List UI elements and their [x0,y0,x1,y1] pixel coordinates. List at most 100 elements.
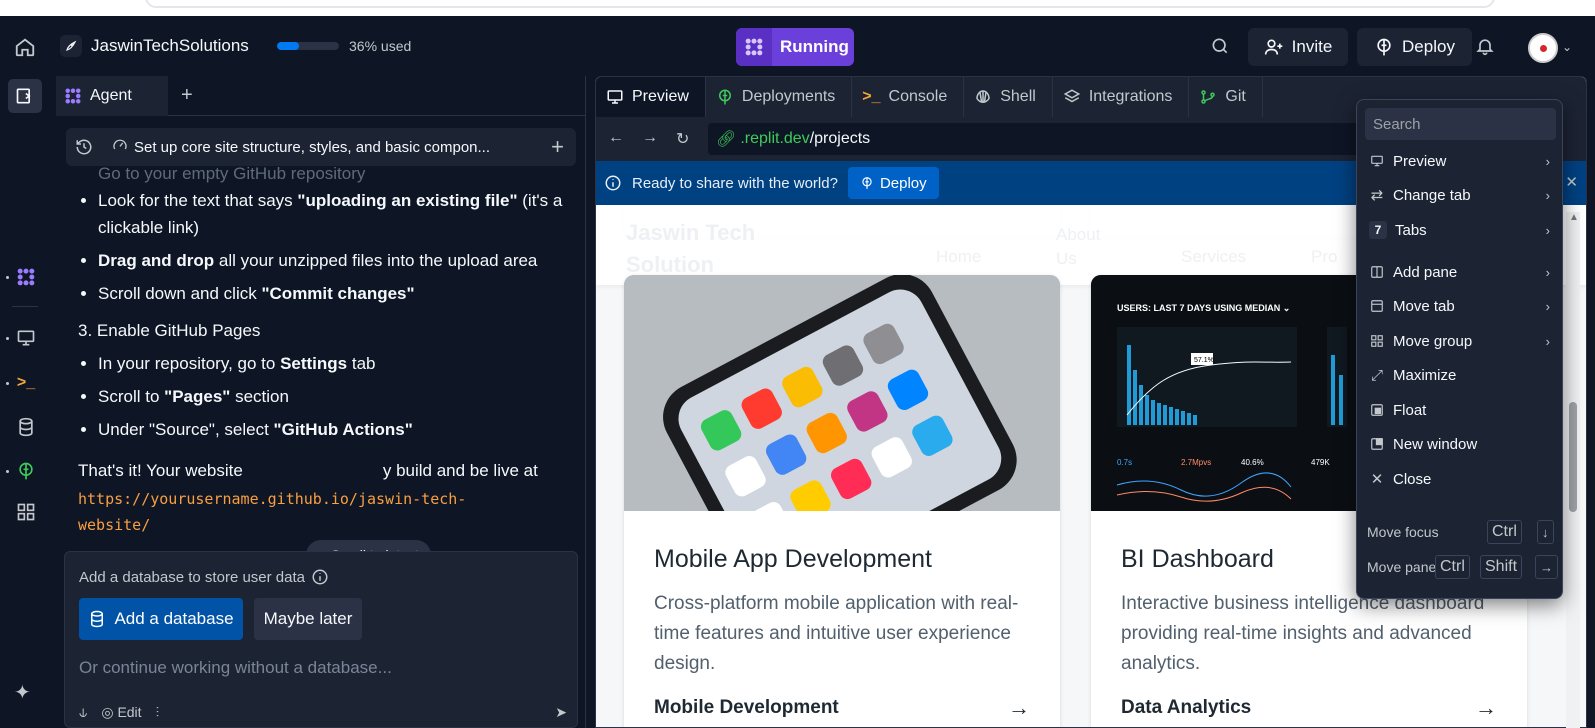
close-icon[interactable]: ✕ [1565,173,1578,191]
tab-count-badge: 7 [1369,221,1387,239]
usage-meter[interactable] [277,42,339,50]
menu-item-preview[interactable]: Preview › [1365,146,1556,176]
url-path: /projects [809,130,871,147]
all-tools-icon[interactable] [14,500,38,524]
git-icon [1201,90,1216,104]
menu-item-float[interactable]: Float [1365,395,1556,425]
svg-text:479K: 479K [1311,458,1330,467]
edit-mode-button[interactable]: ◎ Edit [101,704,141,721]
menu-item-close[interactable]: ✕ Close [1365,464,1556,494]
site-nav-home[interactable]: Home [936,247,981,267]
menu-item-move-group[interactable]: Move group › [1365,326,1556,356]
back-arrow-icon[interactable]: ← [608,129,624,147]
scrollbar-thumb[interactable] [1569,402,1577,512]
console-icon[interactable]: >_ [14,371,38,395]
sparkle-icon[interactable]: ✦ [14,680,31,705]
deploy-button[interactable]: Deploy [1357,28,1472,66]
monitor-icon[interactable] [14,326,38,350]
list-item: Scroll down and click "Commit changes" [98,280,568,307]
rail-dot [6,382,9,385]
chevron-right-icon: › [1545,264,1550,280]
close-icon: ✕ [1370,471,1384,488]
tab-console[interactable]: >_ Console [852,77,965,117]
deployments-icon[interactable] [14,459,38,483]
rail-divider [12,306,38,307]
menu-item-new-window[interactable]: New window [1365,429,1556,459]
files-toggle-icon[interactable] [8,79,42,113]
chevron-down-icon[interactable]: ⌄ [1562,40,1572,54]
shell-icon [976,90,990,104]
tab-shell[interactable]: Shell [964,77,1053,117]
deploy-icon [1377,38,1391,56]
menu-item-change-tab[interactable]: ⇄ Change tab › [1365,180,1556,210]
history-icon[interactable] [66,138,102,156]
add-database-button[interactable]: Add a database [79,598,243,640]
card-category[interactable]: Mobile Development [654,697,839,719]
menu-search-input[interactable] [1365,108,1556,140]
new-tab-plus-icon[interactable]: + [181,84,193,107]
menu-item-add-pane[interactable]: Add pane › [1365,257,1556,287]
browser-address-pill[interactable] [145,0,1495,8]
chevron-right-icon: › [1545,187,1550,203]
deploy-label: Deploy [1402,37,1455,56]
tab-agent[interactable]: Agent [56,76,168,116]
site-nav-about[interactable]: About Us [1056,223,1116,271]
info-icon[interactable] [311,568,329,586]
avatar[interactable] [1528,33,1558,63]
card-category[interactable]: Data Analytics [1121,697,1251,719]
add-user-icon [1264,39,1283,55]
rail-dot [6,276,9,279]
rail-dot [6,470,9,473]
chat-input-toolbar: ⫝ ◎ Edit ⫶ [79,704,159,721]
menu-item-move-tab[interactable]: Move tab › [1365,291,1556,321]
running-button[interactable]: Running [736,28,854,66]
banner-deploy-button[interactable]: Deploy [847,167,939,199]
home-icon[interactable] [14,36,36,58]
chevron-right-icon: › [1545,222,1550,238]
tab-preview[interactable]: Preview [596,77,706,117]
arrow-right-icon[interactable]: → [1008,695,1030,721]
plus-icon[interactable]: + [551,134,564,160]
agent-tabs: Agent + [56,76,586,116]
shortcut-move-focus: Move focus Ctrl ↓ [1367,519,1554,545]
database-icon[interactable] [14,415,38,439]
refresh-icon[interactable]: ↻ [676,129,689,149]
pane-context-menu: Preview› ⇄ Change tab› 7 Tabs› Add pane›… [1356,99,1563,599]
preview-url-bar[interactable]: 🔗︎ .replit.dev /projects [708,123,1358,155]
app-name[interactable]: JaswinTechSolutions [91,36,249,56]
site-nav-projects[interactable]: Pro [1311,247,1337,267]
preview-scrollbar[interactable]: ▲ [1566,212,1580,728]
search-icon[interactable] [1210,36,1230,59]
task-header[interactable]: Set up core site structure, styles, and … [66,128,576,166]
maybe-later-button[interactable]: Maybe later [254,598,362,640]
agent-icon [65,88,81,104]
pages-url[interactable]: https://yourusername.github.io/jaswin-te… [78,486,508,538]
arrow-right-icon[interactable]: → [1475,695,1497,721]
invite-button[interactable]: Invite [1248,28,1348,66]
tab-git[interactable]: Git [1189,77,1263,117]
chevron-right-icon: › [1545,153,1550,169]
key-right-arrow: → [1535,555,1558,579]
tab-integrations[interactable]: Integrations [1053,77,1190,117]
bell-icon[interactable] [1475,36,1495,59]
chat-input[interactable]: Or continue working without a database..… [79,658,392,678]
send-icon[interactable]: ➤ [555,704,567,721]
settings-sliders-icon[interactable]: ⫶ [156,704,160,721]
left-rail: >_ [0,76,50,728]
tab-deployments[interactable]: Deployments [706,77,853,117]
scroll-up-icon[interactable]: ▲ [1569,212,1579,223]
paperclip-icon[interactable]: ⫝ [79,704,87,721]
agent-icon[interactable] [14,265,38,289]
project-card[interactable]: Mobile App Development Cross-platform mo… [624,275,1060,727]
card-title: BI Dashboard [1121,545,1274,573]
site-nav-services[interactable]: Services [1181,247,1246,267]
menu-item-maximize[interactable]: ⤢ Maximize [1365,360,1556,390]
forward-arrow-icon[interactable]: → [642,129,658,147]
menu-item-tabs[interactable]: 7 Tabs › [1365,215,1556,245]
site-logo[interactable]: Jaswin Tech Solution [626,217,755,281]
top-bar: JaswinTechSolutions 36% used Running Inv… [0,16,1595,76]
tab-agent-label: Agent [90,87,132,104]
agent-pane: Agent + Go to your empty GitHub reposito… [56,76,586,728]
info-icon [605,175,621,191]
chat-closing-line: That's it! Your website y build and be li… [78,461,538,480]
